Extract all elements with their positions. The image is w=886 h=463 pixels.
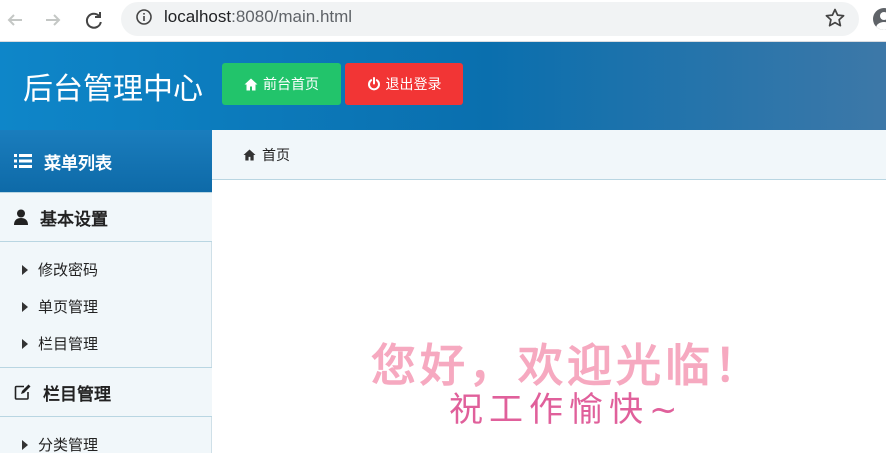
sidebar-group-basic-settings[interactable]: 基本设置 bbox=[0, 192, 212, 242]
caret-right-icon bbox=[22, 338, 28, 349]
sidebar-item-column-management[interactable]: 栏目管理 bbox=[0, 325, 211, 362]
power-icon bbox=[367, 77, 380, 91]
sidebar-item-page-management[interactable]: 单页管理 bbox=[0, 288, 211, 325]
caret-right-icon bbox=[22, 301, 28, 312]
caret-right-icon bbox=[22, 264, 28, 275]
sidebar-group-label: 栏目管理 bbox=[43, 384, 111, 405]
sidebar-item-label: 分类管理 bbox=[38, 436, 99, 454]
user-icon bbox=[14, 209, 28, 225]
browser-toolbar: localhost:8080/main.html bbox=[0, 0, 886, 42]
sidebar-group-column-management[interactable]: 栏目管理 bbox=[0, 367, 212, 417]
url-text[interactable]: localhost:8080/main.html bbox=[164, 7, 352, 27]
reload-icon[interactable] bbox=[83, 9, 105, 31]
wish-text: 祝工作愉快~ bbox=[449, 390, 684, 430]
sidebar-item-label: 修改密码 bbox=[38, 261, 99, 279]
bookmark-star-icon[interactable] bbox=[824, 7, 846, 29]
logout-button[interactable]: 退出登录 bbox=[345, 63, 463, 105]
site-title: 后台管理中心 bbox=[23, 72, 203, 107]
home-icon bbox=[243, 148, 256, 161]
breadcrumb: 首页 bbox=[212, 130, 886, 180]
sidebar-item-label: 栏目管理 bbox=[38, 335, 99, 353]
logout-label: 退出登录 bbox=[385, 77, 442, 93]
sidebar-item-category-management[interactable]: 分类管理 bbox=[0, 426, 211, 463]
sidebar-header: 菜单列表 bbox=[0, 130, 212, 192]
main-content: 您好，欢迎光临！ 祝工作愉快~ bbox=[212, 181, 886, 453]
site-info-icon[interactable] bbox=[136, 9, 152, 25]
frontend-home-label: 前台首页 bbox=[263, 77, 319, 93]
frontend-home-button[interactable]: 前台首页 bbox=[222, 63, 341, 105]
caret-right-icon bbox=[22, 439, 28, 450]
edit-icon bbox=[14, 384, 31, 400]
sidebar-group-label: 基本设置 bbox=[40, 209, 108, 230]
list-icon bbox=[14, 154, 32, 168]
back-icon[interactable] bbox=[4, 9, 26, 31]
sidebar-title: 菜单列表 bbox=[44, 153, 112, 174]
sidebar: 菜单列表 基本设置 修改密码 单页管理 栏目管理 栏目管理 分类管理 bbox=[0, 130, 212, 454]
home-icon bbox=[244, 78, 258, 90]
app-header: 后台管理中心 前台首页 退出登录 bbox=[0, 42, 886, 130]
breadcrumb-home-link[interactable]: 首页 bbox=[262, 145, 290, 165]
sidebar-item-change-password[interactable]: 修改密码 bbox=[0, 251, 211, 288]
forward-icon[interactable] bbox=[42, 9, 64, 31]
sidebar-item-label: 单页管理 bbox=[38, 298, 99, 316]
profile-avatar-icon[interactable] bbox=[873, 8, 886, 30]
